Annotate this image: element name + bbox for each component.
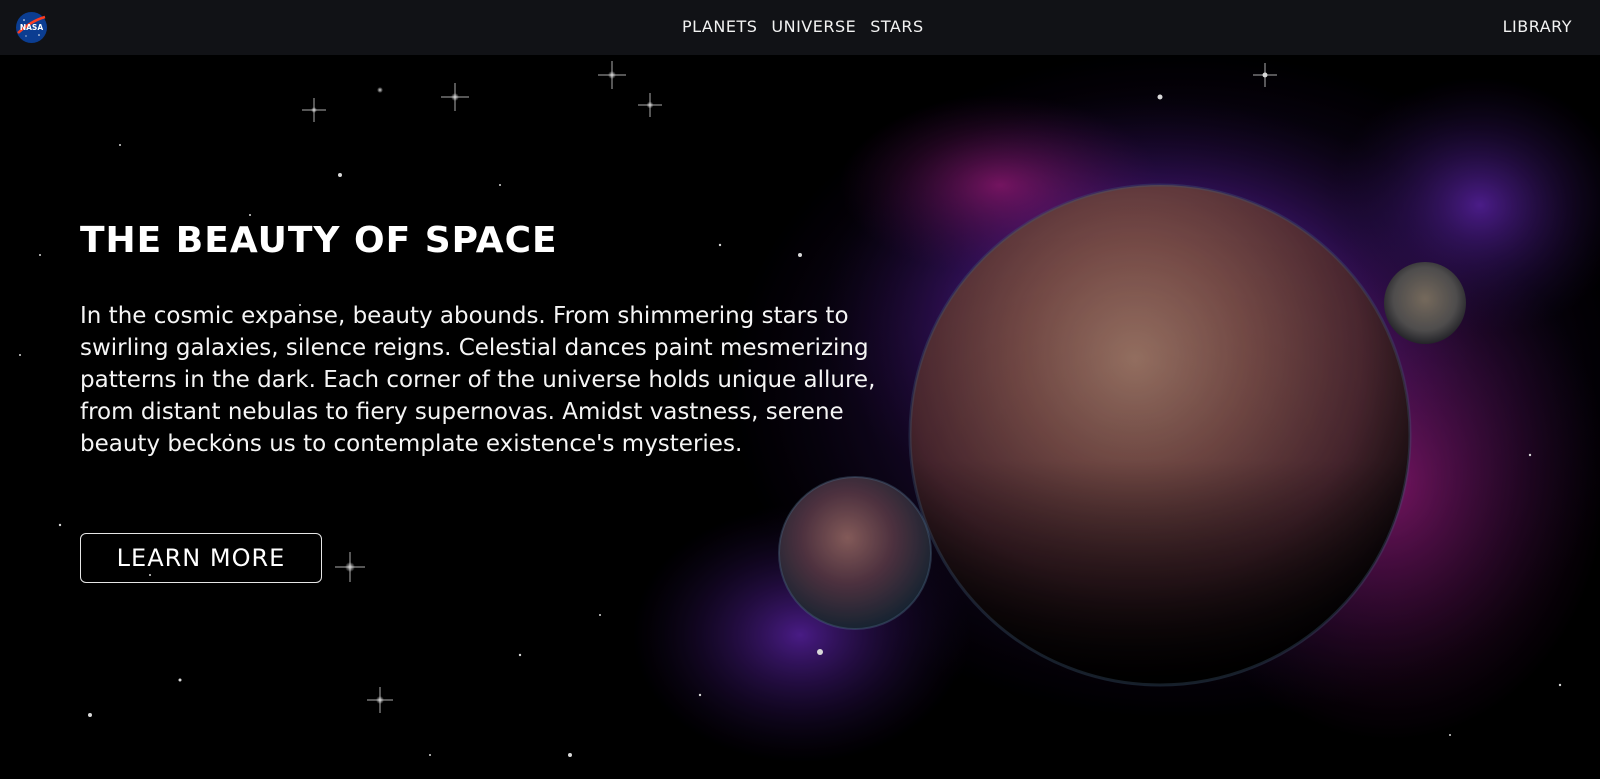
hero-description: In the cosmic expanse, beauty abounds. F… xyxy=(80,303,876,457)
nav-link-universe[interactable]: UNIVERSE xyxy=(771,17,856,36)
learn-more-button[interactable]: LEARN MORE xyxy=(80,533,322,583)
hero-section: THE BEAUTY OF SPACE In the cosmic expans… xyxy=(0,55,1600,779)
top-nav: NASA PLANETS UNIVERSE STARS LIBRARY xyxy=(0,0,1600,55)
svg-text:NASA: NASA xyxy=(20,23,43,32)
nav-link-stars[interactable]: STARS xyxy=(870,17,923,36)
nav-links: PLANETS UNIVERSE STARS xyxy=(682,17,938,36)
hero-title: THE BEAUTY OF SPACE xyxy=(80,220,558,261)
nasa-logo-icon[interactable]: NASA xyxy=(15,11,48,44)
nav-link-planets[interactable]: PLANETS xyxy=(682,17,757,36)
nav-link-library[interactable]: LIBRARY xyxy=(1503,17,1572,36)
